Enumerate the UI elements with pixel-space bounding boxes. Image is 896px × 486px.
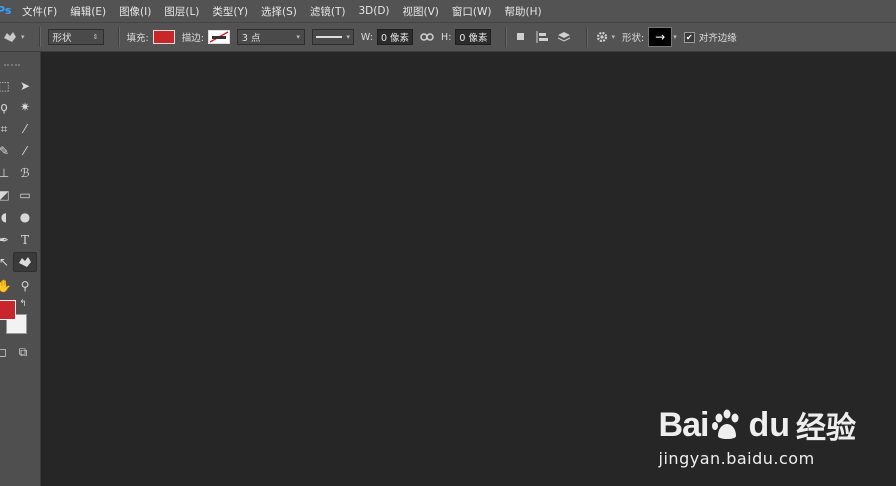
stroke-label: 描边:: [181, 33, 204, 44]
menu-window[interactable]: 窗口(W): [448, 4, 496, 19]
link-dimensions-button[interactable]: [420, 32, 434, 42]
swap-colors-icon[interactable]: ↰: [15, 296, 31, 312]
align-edges-label: 对齐边缘: [698, 33, 737, 44]
custom-shape-icon: [4, 32, 16, 42]
watermark-brand-part1: Bai: [658, 405, 710, 444]
menu-file[interactable]: 文件(F): [18, 4, 61, 19]
zoom-tool-icon[interactable]: ⚲: [17, 278, 33, 294]
path-operations-icon: [517, 33, 525, 40]
path-operations-button[interactable]: [514, 30, 528, 44]
fill-label: 填充:: [126, 33, 149, 44]
height-control: H: 0 像素: [441, 29, 492, 45]
width-input[interactable]: 0 像素: [376, 29, 414, 45]
baidu-jingyan-watermark: Bai du 经验 jingyan.baidu.com: [658, 403, 856, 469]
stroke-color-swatch[interactable]: [207, 30, 230, 44]
chevron-down-icon: ▾: [673, 33, 677, 41]
stroke-line-preview: [315, 36, 342, 38]
menu-help[interactable]: 帮助(H): [501, 4, 546, 19]
menu-view[interactable]: 视图(V): [399, 4, 443, 19]
clone-stamp-tool-icon[interactable]: ⊥: [0, 165, 12, 181]
tool-preset-picker[interactable]: ▾: [2, 30, 25, 44]
width-control: W: 0 像素: [360, 29, 414, 45]
panel-grip[interactable]: [4, 64, 20, 68]
align-edges-control[interactable]: ✔ 对齐边缘: [683, 30, 737, 44]
menu-edit[interactable]: 编辑(E): [66, 4, 110, 19]
marquee-tool-icon[interactable]: ⬚: [0, 78, 12, 94]
shape-label: 形状:: [622, 33, 645, 44]
menu-type[interactable]: 类型(Y): [208, 4, 252, 19]
link-icon: [420, 33, 434, 41]
menu-layer[interactable]: 图层(L): [160, 4, 203, 19]
foreground-color-swatch[interactable]: [0, 300, 16, 320]
tools-panel: ⬚ ➤ ϙ ✷ ⌗ ⁄ ✎ ⁄ ⊥ ℬ ◩ ▭ ◖ ● ✒ T ↖ ✋ ⚲ ↰ …: [0, 52, 41, 486]
options-bar: ▾ 形状 ⇕ 填充: 描边: 3 点 ▾ ▾ W: 0 像素 H: 0 像素 ▾…: [0, 23, 896, 52]
divider: [505, 27, 508, 47]
stroke-width-select[interactable]: 3 点 ▾: [236, 29, 305, 45]
crop-tool-icon[interactable]: ⌗: [0, 121, 12, 137]
watermark-brand-part2: du: [748, 405, 790, 444]
no-stroke-icon: [209, 31, 229, 43]
watermark-logo-row: Bai du 经验: [659, 403, 856, 447]
geometry-options-button[interactable]: ▾: [595, 30, 615, 44]
eyedropper-tool-icon[interactable]: ⁄: [17, 121, 33, 137]
align-edges-checkbox[interactable]: ✔: [683, 31, 695, 43]
divider: [117, 27, 120, 47]
lasso-tool-icon[interactable]: ϙ: [0, 99, 12, 115]
stroke-type-select[interactable]: ▾: [311, 29, 354, 45]
eraser-tool-icon[interactable]: ◩: [0, 187, 12, 203]
path-selection-tool-icon[interactable]: ↖: [0, 254, 12, 270]
custom-shape-tool-icon[interactable]: [13, 252, 37, 272]
path-arrangement-icon: [558, 32, 571, 42]
divider: [586, 27, 589, 47]
height-input[interactable]: 0 像素: [455, 29, 492, 45]
menu-select[interactable]: 选择(S): [257, 4, 301, 19]
stroke-control: 描边:: [182, 30, 230, 44]
shape-picker[interactable]: →: [648, 27, 673, 47]
app-logo: Ps: [0, 4, 12, 17]
path-alignment-button[interactable]: [535, 30, 549, 44]
divider: [38, 27, 41, 47]
quick-mask-icon[interactable]: ◻: [0, 344, 10, 360]
hand-tool-icon[interactable]: ✋: [0, 278, 12, 294]
type-tool-icon[interactable]: T: [17, 232, 33, 248]
healing-brush-tool-icon[interactable]: ✎: [0, 143, 12, 159]
stroke-width-value: 3 点: [241, 33, 261, 44]
pen-tool-icon[interactable]: ✒: [0, 232, 12, 248]
chevron-down-icon: ▾: [21, 33, 25, 41]
brush-tool-icon[interactable]: ⁄: [17, 143, 33, 159]
history-brush-tool-icon[interactable]: ℬ: [17, 165, 33, 181]
menu-image[interactable]: 图像(I): [115, 4, 155, 19]
mode-value: 形状: [52, 33, 72, 44]
chevron-down-icon: ▾: [611, 33, 615, 41]
magic-wand-tool-icon[interactable]: ✷: [17, 99, 33, 115]
custom-shape-icon: [19, 257, 31, 267]
mode-select[interactable]: 形状 ⇕: [47, 29, 104, 45]
watermark-brand-cn: 经验: [796, 411, 856, 446]
menu-3d[interactable]: 3D(D): [354, 5, 393, 17]
path-alignment-icon: [536, 31, 549, 43]
gear-icon: [597, 31, 608, 43]
baidu-paw-icon: [712, 409, 739, 439]
path-arrangement-button[interactable]: [556, 30, 572, 44]
height-label: H:: [441, 31, 452, 43]
menu-filter[interactable]: 滤镜(T): [306, 4, 350, 19]
watermark-url: jingyan.baidu.com: [658, 449, 815, 468]
fill-color-swatch[interactable]: [152, 30, 175, 44]
screen-mode-icon[interactable]: ⧉: [15, 344, 31, 360]
dodge-tool-icon[interactable]: ●: [17, 209, 33, 225]
blur-tool-icon[interactable]: ◖: [0, 209, 12, 225]
chevron-down-icon: ▾: [296, 33, 300, 41]
chevron-updown-icon: ⇕: [92, 33, 99, 41]
gradient-tool-icon[interactable]: ▭: [17, 187, 33, 203]
move-tool-icon[interactable]: ➤: [17, 78, 33, 94]
menu-bar: Ps 文件(F) 编辑(E) 图像(I) 图层(L) 类型(Y) 选择(S) 滤…: [0, 0, 896, 23]
chevron-down-icon: ▾: [346, 33, 350, 41]
shape-control: 形状: → ▾: [622, 27, 677, 47]
fill-control: 填充:: [127, 30, 175, 44]
width-label: W:: [360, 31, 373, 43]
